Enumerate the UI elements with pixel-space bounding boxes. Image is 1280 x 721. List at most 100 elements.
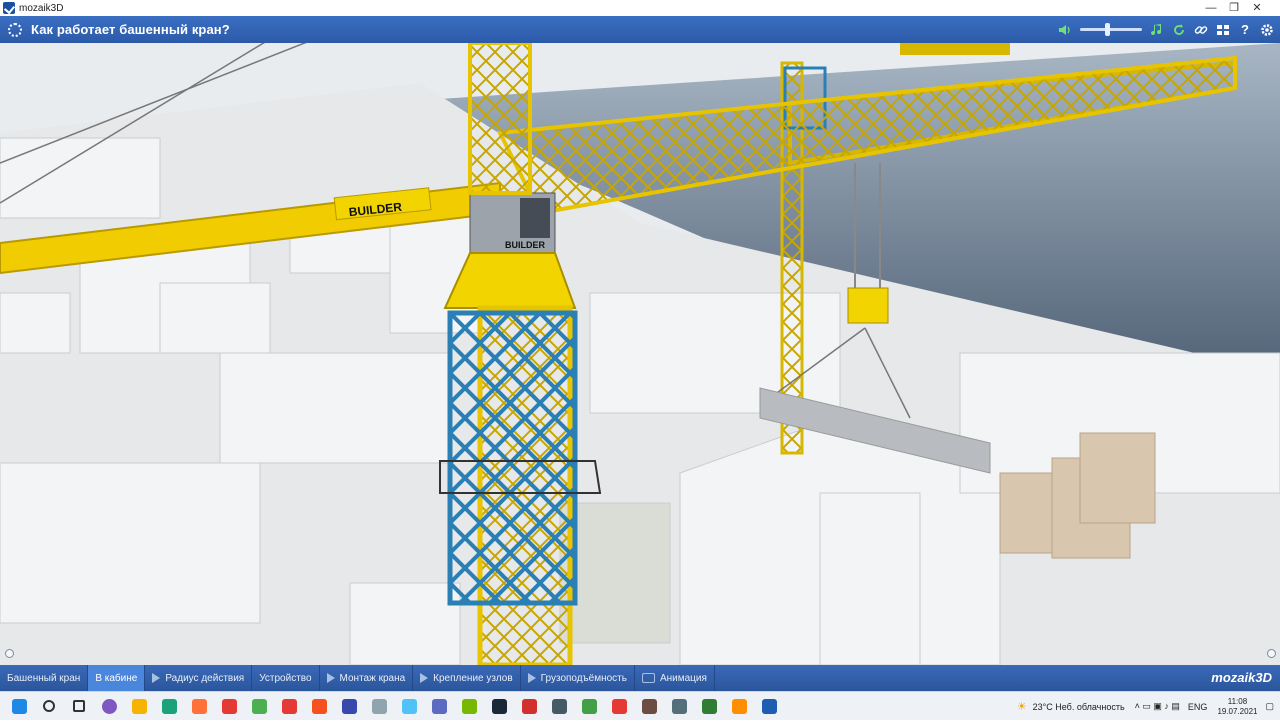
vlc-glyph (731, 698, 747, 714)
tab-6[interactable]: Крепление узлов (413, 665, 521, 691)
loading-icon (8, 22, 22, 37)
nvidia-glyph (461, 698, 477, 714)
maps-glyph (611, 698, 627, 714)
scene-viewport[interactable]: BUILDER BUILDER (0, 43, 1280, 665)
cortana-icon[interactable] (96, 694, 122, 718)
scene-right-marker[interactable] (1267, 649, 1276, 658)
explorer-glyph (131, 698, 147, 714)
weather-text[interactable]: 23°C Неб. облачность (1033, 702, 1125, 712)
weather-icon[interactable]: ☀ (1017, 700, 1027, 713)
edge-icon[interactable] (156, 694, 182, 718)
firefox-glyph (191, 698, 207, 714)
tab-label: Башенный кран (7, 672, 81, 684)
tab-4[interactable]: Устройство (252, 665, 320, 691)
weather-app-glyph (401, 698, 417, 714)
globe-icon[interactable] (576, 694, 602, 718)
opera-icon[interactable] (276, 694, 302, 718)
vlc-icon[interactable] (726, 694, 752, 718)
volume-knob[interactable] (1105, 23, 1110, 36)
tray-icons[interactable]: ˄ ▭ ▣ ♪ ▤ (1135, 701, 1180, 712)
settings-icon[interactable] (1260, 23, 1274, 37)
book-icon[interactable] (636, 694, 662, 718)
task-view-icon[interactable] (66, 694, 92, 718)
slides-icon[interactable] (306, 694, 332, 718)
tab-label: В кабине (95, 672, 138, 684)
mozaik-app-icon (3, 2, 15, 14)
header-toolbar: ? (1058, 16, 1274, 43)
search-glyph (43, 700, 55, 712)
tab-label: Монтаж крана (339, 672, 406, 684)
yandex-glyph (221, 698, 237, 714)
chrome-glyph (251, 698, 267, 714)
clock[interactable]: 11:08 19.07.2021 (1217, 697, 1257, 717)
tab-1[interactable]: Башенный кран (0, 665, 89, 691)
tab-3[interactable]: Радиус действия (145, 665, 253, 691)
tab-label: Устройство (259, 672, 312, 684)
scene-left-marker[interactable] (5, 649, 14, 658)
refresh-icon[interactable] (1172, 23, 1186, 37)
music-icon[interactable] (1150, 23, 1164, 37)
calc-glyph (551, 698, 567, 714)
crane-scene[interactable]: BUILDER BUILDER (0, 43, 1280, 665)
ya-glyph (521, 698, 537, 714)
play-icon (326, 673, 335, 683)
speaker-icon[interactable] (1058, 23, 1072, 37)
cab-sign: BUILDER (505, 240, 545, 250)
screen-icon[interactable] (426, 694, 452, 718)
steam-icon[interactable] (486, 694, 512, 718)
tab-8[interactable]: Анимация (635, 665, 715, 691)
globe-glyph (581, 698, 597, 714)
clock-time: 11:08 (1227, 696, 1248, 706)
language-indicator[interactable]: ENG (1188, 702, 1208, 712)
camera-glyph (671, 698, 687, 714)
close-button[interactable]: ✕ (1234, 0, 1280, 16)
edit-icon[interactable] (336, 694, 362, 718)
layout-icon[interactable] (1216, 23, 1230, 37)
clock-date: 19.07.2021 (1217, 706, 1258, 716)
play-icon (152, 673, 161, 683)
ya-icon[interactable] (516, 694, 542, 718)
animation-icon (641, 673, 655, 683)
brand-logo: mozaik3D (1211, 670, 1272, 685)
green-app-icon[interactable] (696, 694, 722, 718)
explorer-icon[interactable] (126, 694, 152, 718)
mozaik-app-glyph (761, 698, 777, 714)
green-app-glyph (701, 698, 717, 714)
maps-icon[interactable] (606, 694, 632, 718)
screen-glyph (431, 698, 447, 714)
volume-slider[interactable] (1080, 23, 1142, 36)
tab-5[interactable]: Монтаж крана (320, 665, 414, 691)
system-tray: ☀ 23°C Неб. облачность ˄ ▭ ▣ ♪ ▤ ENG 11:… (1017, 692, 1280, 721)
slides-glyph (311, 698, 327, 714)
camera-icon[interactable] (666, 694, 692, 718)
start-icon[interactable] (6, 694, 32, 718)
steam-glyph (491, 698, 507, 714)
notifications-icon[interactable]: ▢ (1265, 701, 1274, 712)
chrome-icon[interactable] (246, 694, 272, 718)
tab-label: Грузоподъёмность (540, 672, 627, 684)
tab-2[interactable]: В кабине (88, 665, 146, 691)
os-taskbar: ☀ 23°C Неб. облачность ˄ ▭ ▣ ♪ ▤ ENG 11:… (0, 691, 1280, 720)
window-titlebar: mozaik3D — ❐ ✕ (0, 0, 1280, 16)
yandex-icon[interactable] (216, 694, 242, 718)
firefox-icon[interactable] (186, 694, 212, 718)
tab-7[interactable]: Грузоподъёмность (521, 665, 635, 691)
edit-glyph (341, 698, 357, 714)
weather-app-icon[interactable] (396, 694, 422, 718)
paint-glyph (371, 698, 387, 714)
play-icon (420, 673, 429, 683)
page-title: Как работает башенный кран? (31, 22, 230, 37)
play-icon (527, 673, 536, 683)
search-icon[interactable] (36, 694, 62, 718)
window-title: mozaik3D (19, 2, 64, 14)
paint-icon[interactable] (366, 694, 392, 718)
start-glyph (11, 698, 27, 714)
link-icon[interactable] (1194, 23, 1208, 37)
task-view-glyph (73, 700, 85, 712)
edge-glyph (161, 698, 177, 714)
help-icon[interactable]: ? (1238, 22, 1252, 37)
mozaik-app-icon[interactable] (756, 694, 782, 718)
calc-icon[interactable] (546, 694, 572, 718)
book-glyph (641, 698, 657, 714)
nvidia-icon[interactable] (456, 694, 482, 718)
